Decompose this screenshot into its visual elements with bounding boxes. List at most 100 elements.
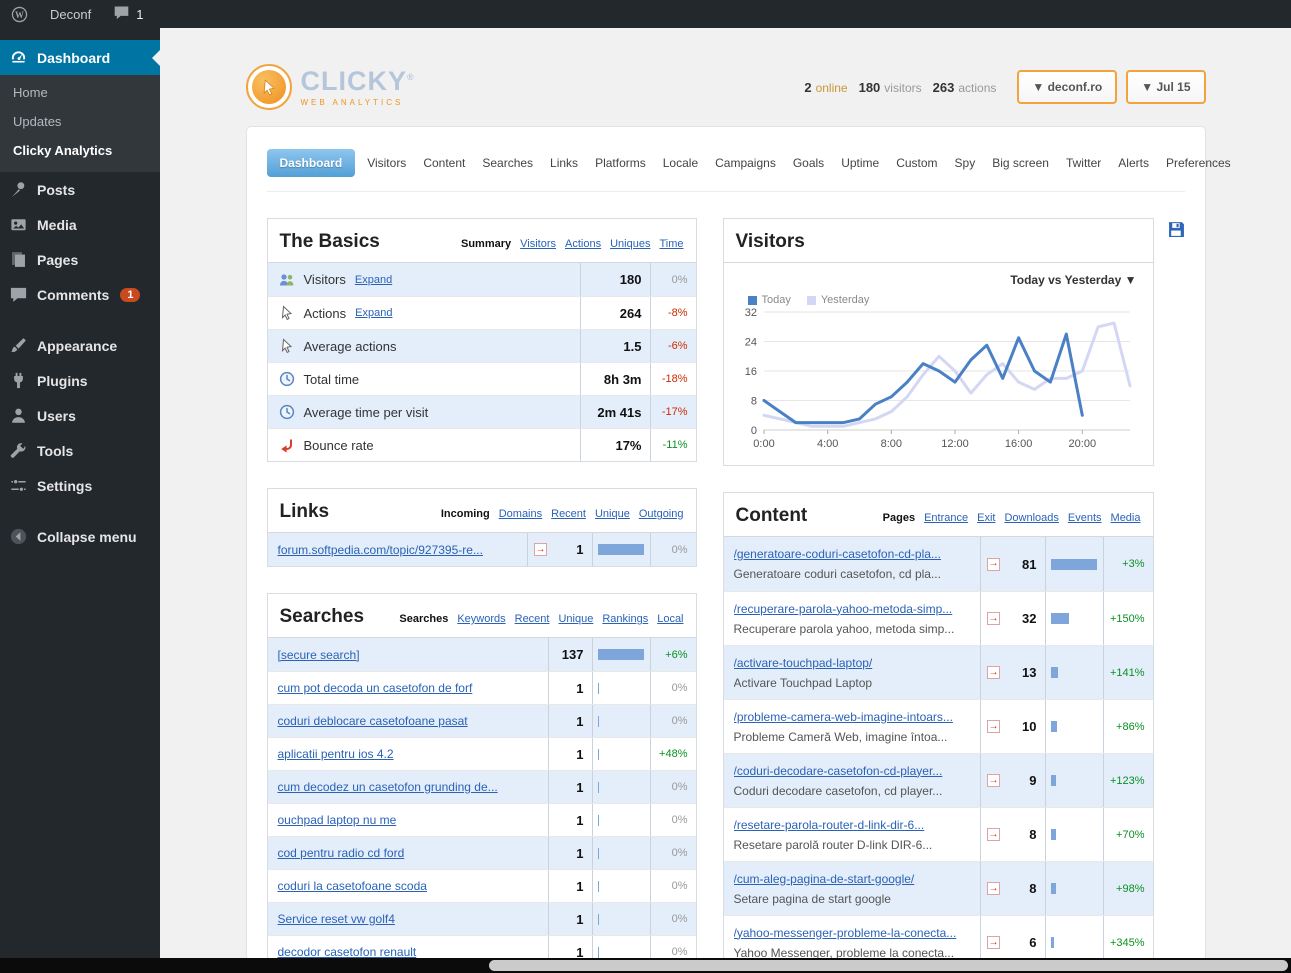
sidebar-item-media[interactable]: Media [0, 207, 160, 242]
tab-custom[interactable]: Custom [891, 151, 942, 175]
search-term-link[interactable]: cum pot decoda un casetofon de forf [268, 681, 548, 695]
tab-links[interactable]: Links [545, 151, 583, 175]
search-term-link[interactable]: decodor casetofon renault [268, 945, 548, 958]
visitor-detail-arrow-icon[interactable]: → [987, 666, 1000, 679]
page-link[interactable]: /cum-aleg-pagina-de-start-google/ [734, 872, 970, 886]
basics-row: Total time 8h 3m -18% [267, 362, 696, 395]
visitor-detail-arrow-icon[interactable]: → [987, 774, 1000, 787]
tab-dashboard[interactable]: Dashboard [266, 149, 356, 177]
tab-searches[interactable]: Searches [477, 151, 538, 175]
visitor-detail-arrow-icon[interactable]: → [987, 936, 1000, 949]
searches-tab-searches[interactable]: Searches [399, 613, 448, 625]
search-term-link[interactable]: coduri deblocare casetofoane pasat [268, 714, 548, 728]
expand-link[interactable]: Expand [355, 307, 392, 319]
sidebar-item-pages[interactable]: Pages [0, 242, 160, 277]
content-tab-entrance[interactable]: Entrance [924, 512, 968, 524]
page-title-text: Setare pagina de start google [733, 891, 891, 906]
incoming-link[interactable]: forum.softpedia.com/topic/927395-re... [268, 543, 527, 557]
sidebar-item-comments[interactable]: Comments 1 [0, 277, 160, 312]
page-link[interactable]: /yahoo-messenger-probleme-la-conecta... [734, 926, 970, 940]
page-link[interactable]: /coduri-decodare-casetofon-cd-player... [734, 764, 970, 778]
tab-twitter[interactable]: Twitter [1061, 151, 1106, 175]
content-row: /resetare-parola-router-d-link-dir-6... R… [723, 807, 1153, 861]
page-cell: /yahoo-messenger-probleme-la-conecta... Y… [724, 918, 980, 959]
sidebar-item-appearance[interactable]: Appearance [0, 328, 160, 363]
links-tab-outgoing[interactable]: Outgoing [639, 508, 684, 520]
chart-comparison-selector[interactable]: Today vs Yesterday ▼ [736, 273, 1141, 287]
search-term-link[interactable]: [secure search] [268, 648, 548, 662]
search-term-link[interactable]: cod pentru radio cd ford [268, 846, 548, 860]
expand-link[interactable]: Expand [355, 274, 392, 286]
site-selector-button[interactable]: ▼ deconf.ro [1017, 70, 1118, 104]
tab-visitors[interactable]: Visitors [362, 151, 411, 175]
page-cell: /coduri-decodare-casetofon-cd-player... C… [724, 756, 980, 806]
tab-alerts[interactable]: Alerts [1113, 151, 1154, 175]
content-tab-pages[interactable]: Pages [883, 512, 915, 524]
sidebar-item-plugins[interactable]: Plugins [0, 363, 160, 398]
basics-tab-actions[interactable]: Actions [565, 238, 601, 250]
searches-tab-recent[interactable]: Recent [515, 613, 550, 625]
scrollbar-thumb[interactable] [489, 960, 1288, 971]
sidebar-item-users[interactable]: Users [0, 398, 160, 433]
searches-tab-keywords[interactable]: Keywords [457, 613, 505, 625]
basics-tab-uniques[interactable]: Uniques [610, 238, 650, 250]
page-link[interactable]: /generatoare-coduri-casetofon-cd-pla... [734, 547, 970, 561]
basics-tab-summary[interactable]: Summary [461, 238, 511, 250]
search-term-link[interactable]: Service reset vw golf4 [268, 912, 548, 926]
wordpress-logo-icon[interactable]: W [0, 0, 39, 28]
content-tab-media[interactable]: Media [1111, 512, 1141, 524]
links-tab-incoming[interactable]: Incoming [441, 508, 490, 520]
tab-spy[interactable]: Spy [950, 151, 981, 175]
searches-tab-unique[interactable]: Unique [558, 613, 593, 625]
tab-locale[interactable]: Locale [658, 151, 703, 175]
sidebar-subitem-updates[interactable]: Updates [0, 107, 160, 136]
page-link[interactable]: /resetare-parola-router-d-link-dir-6... [734, 818, 970, 832]
sidebar-item-posts[interactable]: Posts [0, 172, 160, 207]
visitor-detail-arrow-icon[interactable]: → [987, 720, 1000, 733]
date-selector-button[interactable]: ▼ Jul 15 [1126, 70, 1206, 104]
search-term-link[interactable]: ouchpad laptop nu me [268, 813, 548, 827]
horizontal-scrollbar[interactable] [0, 958, 1291, 973]
tab-preferences[interactable]: Preferences [1161, 151, 1236, 175]
content-tab-events[interactable]: Events [1068, 512, 1102, 524]
sidebar-subitem-clicky-analytics[interactable]: Clicky Analytics [0, 136, 160, 165]
sidebar-item-settings[interactable]: Settings [0, 468, 160, 503]
header-stats: 2 online 180 visitors 263 actions [804, 80, 996, 95]
page-link[interactable]: /probleme-camera-web-imagine-intoars... [734, 710, 970, 724]
tab-campaigns[interactable]: Campaigns [710, 151, 781, 175]
tab-content[interactable]: Content [418, 151, 470, 175]
content-tab-downloads[interactable]: Downloads [1004, 512, 1058, 524]
basics-tab-visitors[interactable]: Visitors [520, 238, 556, 250]
visitor-detail-arrow-icon[interactable]: → [987, 828, 1000, 841]
stat-label: actions [958, 80, 997, 95]
visitor-detail-arrow-icon[interactable]: → [987, 557, 1000, 571]
save-icon[interactable] [1168, 221, 1185, 238]
visitor-detail-arrow-icon[interactable]: → [987, 882, 1000, 895]
sidebar-subitem-home[interactable]: Home [0, 78, 160, 107]
tab-uptime[interactable]: Uptime [836, 151, 884, 175]
links-tab-recent[interactable]: Recent [551, 508, 586, 520]
search-term-link[interactable]: aplicatii pentru ios 4.2 [268, 747, 548, 761]
sidebar-item-tools[interactable]: Tools [0, 433, 160, 468]
content-tab-exit[interactable]: Exit [977, 512, 995, 524]
tab-big-screen[interactable]: Big screen [987, 151, 1054, 175]
admin-bar-comments[interactable]: 1 [102, 0, 154, 28]
page-link[interactable]: /activare-touchpad-laptop/ [734, 656, 970, 670]
metric-label: Bounce rate [303, 437, 374, 453]
links-tab-domains[interactable]: Domains [499, 508, 542, 520]
sidebar-item-collapse-menu[interactable]: Collapse menu [0, 519, 160, 554]
site-name[interactable]: Deconf [39, 0, 102, 28]
searches-tab-rankings[interactable]: Rankings [602, 613, 648, 625]
basics-tab-time[interactable]: Time [659, 238, 683, 250]
visitor-detail-arrow-icon[interactable]: → [534, 543, 547, 556]
links-tab-unique[interactable]: Unique [595, 508, 630, 520]
search-term-link[interactable]: cum decodez un casetofon grunding de... [268, 780, 548, 794]
basics-row: Average time per visit 2m 41s -17% [267, 395, 696, 428]
tab-goals[interactable]: Goals [788, 151, 829, 175]
page-link[interactable]: /recuperare-parola-yahoo-metoda-simp... [734, 602, 970, 616]
sidebar-item-dashboard[interactable]: Dashboard [0, 40, 160, 75]
searches-tab-local[interactable]: Local [657, 613, 683, 625]
visitor-detail-arrow-icon[interactable]: → [987, 612, 1000, 625]
search-term-link[interactable]: coduri la casetofoane scoda [268, 879, 548, 893]
tab-platforms[interactable]: Platforms [590, 151, 651, 175]
